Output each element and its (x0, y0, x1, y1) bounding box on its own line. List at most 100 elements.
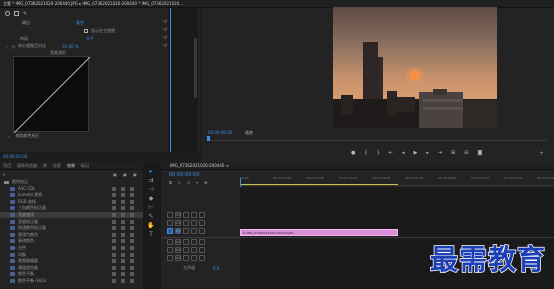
sync-icon[interactable] (191, 255, 197, 261)
tab-3[interactable]: 信息 (53, 163, 61, 169)
rect-mask-icon[interactable] (14, 11, 19, 16)
effect-item[interactable]: 三向颜色校正器 (0, 205, 143, 211)
track-header[interactable]: A2 (167, 247, 240, 253)
effect-item[interactable]: 分色 (0, 245, 143, 251)
add-marker-icon[interactable]: ▾ (196, 180, 198, 185)
marker-icon[interactable]: ● (351, 150, 355, 156)
razor-tool-icon[interactable]: ◆ (147, 195, 155, 202)
linked-icon[interactable]: ⊘ (187, 180, 190, 185)
source-patch-button[interactable] (167, 220, 173, 226)
track-label[interactable]: V1 (175, 228, 181, 234)
effect-item[interactable]: 颜色平衡 (HLS) (0, 278, 143, 284)
program-timecode[interactable]: 00:00:00:00 (208, 130, 232, 135)
go-to-out-icon[interactable]: ⇥ (438, 150, 442, 156)
in-point-icon[interactable]: { (364, 150, 367, 156)
track-label[interactable]: A1 (175, 239, 181, 245)
master-volume[interactable]: 0.0 (213, 266, 219, 271)
effect-item[interactable]: 颜色平衡 (0, 271, 143, 277)
track-label[interactable]: V2 (175, 220, 181, 226)
eye-icon[interactable] (199, 239, 205, 245)
track-label[interactable]: A2 (175, 247, 181, 253)
track-header[interactable]: V2 (167, 220, 240, 226)
effect-item[interactable]: 更改为颜色 (0, 232, 143, 238)
mini-scrollbar[interactable] (194, 38, 197, 98)
export-frame-icon[interactable]: ◙ (477, 150, 482, 156)
tab-0[interactable]: 项目 (3, 163, 11, 169)
slip-tool-icon[interactable]: ⊢ (147, 204, 155, 211)
effect-item[interactable]: 视频限幅器 (0, 258, 143, 264)
tab-2[interactable]: 库 (43, 163, 47, 169)
lock-icon[interactable] (183, 212, 189, 218)
step-forward-icon[interactable]: ▸ (426, 150, 429, 156)
sync-icon[interactable] (191, 212, 197, 218)
eye-icon[interactable] (199, 220, 205, 226)
hand-tool-icon[interactable]: ✋ (147, 222, 155, 229)
effect-mini-timeline[interactable] (168, 8, 198, 152)
new-bin-icon[interactable]: ▣ (113, 172, 117, 177)
source-patch-button[interactable] (167, 239, 173, 245)
eye-icon[interactable] (199, 255, 205, 261)
eye-icon[interactable] (199, 212, 205, 218)
ripple-edit-tool-icon[interactable]: ⊣ (147, 186, 155, 193)
type-tool-icon[interactable]: T (147, 231, 155, 238)
effects-folder[interactable]: 颜色校正 (0, 179, 143, 185)
track-header[interactable]: A3 (167, 255, 240, 261)
step-back-icon[interactable]: ◂ (402, 150, 405, 156)
new-bin-icon[interactable]: ▣ (123, 172, 127, 177)
effect-item[interactable]: Lumetri 颜色 (0, 192, 143, 198)
out-point-icon[interactable]: } (377, 150, 380, 156)
effect-item[interactable]: RGB 曲线 (0, 199, 143, 205)
layout-dropdown[interactable]: 水平 (86, 36, 94, 42)
sync-icon[interactable] (191, 228, 197, 234)
lift-icon[interactable]: ⊞ (451, 150, 455, 156)
stopwatch-icon[interactable]: ◷ (12, 44, 16, 49)
sync-icon[interactable] (191, 239, 197, 245)
effect-item[interactable]: 亮度校正器 (0, 219, 143, 225)
effect-item[interactable]: 亮度曲线 (0, 212, 143, 218)
ellipse-mask-icon[interactable] (5, 11, 10, 16)
reset-icon[interactable]: ↺ (163, 27, 167, 33)
monitor-scrubber[interactable] (207, 136, 547, 141)
sync-icon[interactable] (191, 220, 197, 226)
pen-tool-icon[interactable]: ✎ (147, 213, 155, 220)
track-header[interactable]: V3 (167, 212, 240, 218)
nest-icon[interactable]: ⧉ (169, 180, 172, 185)
tab-1[interactable]: 媒体浏览器 (17, 163, 37, 169)
reset-icon[interactable]: ↺ (163, 43, 167, 49)
track-label[interactable]: A3 (175, 255, 181, 261)
track-header[interactable]: V1 (167, 228, 240, 234)
selection-tool-icon[interactable]: ▸ (147, 168, 155, 175)
reset-icon[interactable]: ↺ (163, 35, 167, 41)
fit-dropdown[interactable]: 适合 (245, 130, 253, 136)
expand-arrow-icon[interactable]: › (8, 134, 10, 139)
sync-icon[interactable] (191, 247, 197, 253)
effect-item[interactable]: 更改颜色 (0, 238, 143, 244)
tab-5[interactable]: 标记 (81, 163, 89, 169)
effect-item[interactable]: 快速颜色校正器 (0, 225, 143, 231)
eye-icon[interactable] (199, 228, 205, 234)
monitor-playhead[interactable] (207, 136, 210, 141)
track-header[interactable]: A1 (167, 239, 240, 245)
lock-icon[interactable] (183, 239, 189, 245)
eye-icon[interactable] (199, 247, 205, 253)
show-split-checkbox[interactable] (84, 29, 88, 33)
timeline-timecode[interactable]: 00:00:00:00 (169, 172, 200, 178)
lock-icon[interactable] (183, 255, 189, 261)
source-patch-button[interactable] (167, 247, 173, 253)
snap-icon[interactable]: ∩ (178, 180, 181, 185)
wrench-icon[interactable]: ✱ (204, 180, 207, 185)
track-label[interactable]: V3 (175, 212, 181, 218)
left-timecode[interactable]: 00:00:00:00 (3, 154, 27, 159)
split-percent-value[interactable]: 50.00 % (62, 44, 79, 49)
luma-curve-graph[interactable] (13, 56, 91, 134)
effect-item[interactable]: 均衡 (0, 252, 143, 258)
monitor-settings-icon[interactable]: + (539, 150, 544, 157)
effect-item[interactable]: 通道混合器 (0, 265, 143, 271)
go-to-in-icon[interactable]: ⇤ (389, 150, 393, 156)
lock-icon[interactable] (183, 220, 189, 226)
effect-controls-header[interactable]: 主要 * IMG_07362021020-200440.JPG ▸ IMG_07… (3, 1, 183, 7)
work-area-bar[interactable] (240, 184, 398, 185)
tab-4[interactable]: 效果 (67, 163, 75, 169)
expand-arrow-icon[interactable]: › (6, 44, 8, 49)
source-patch-button[interactable] (167, 255, 173, 261)
